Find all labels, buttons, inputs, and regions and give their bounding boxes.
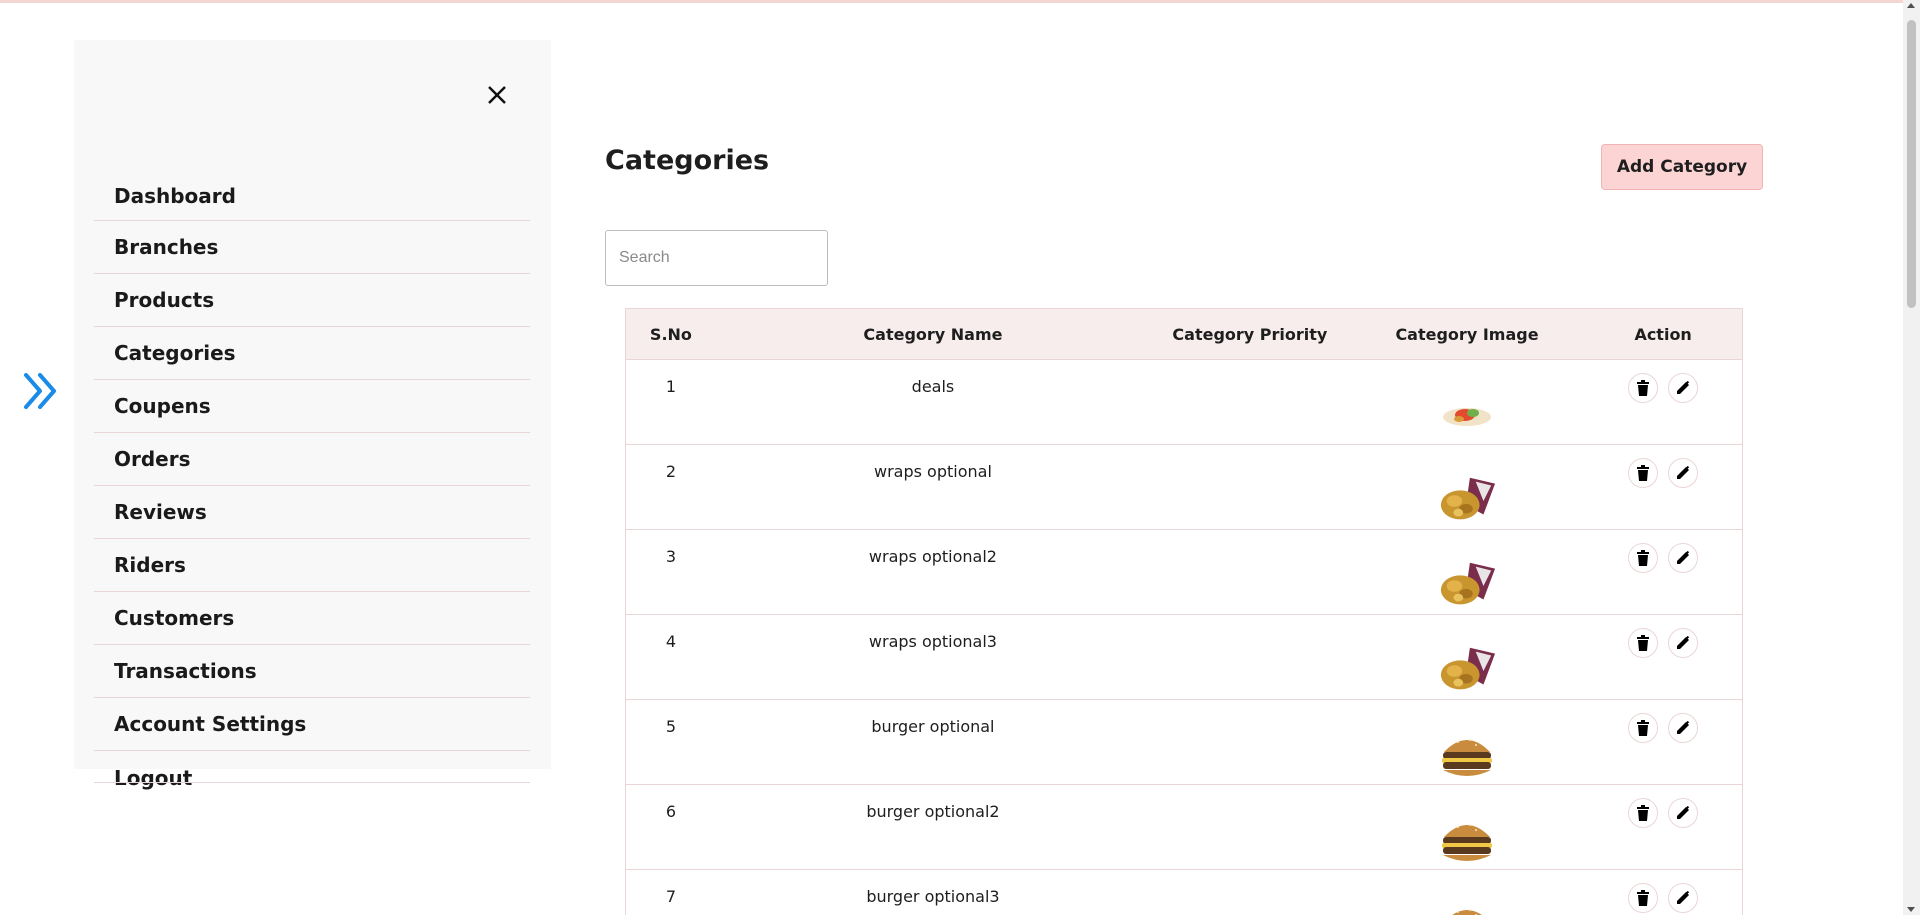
cell-category-image (1350, 530, 1585, 614)
cell-category-priority (1150, 870, 1350, 915)
header-sno: S.No (649, 324, 692, 344)
cell-category-image (1350, 445, 1585, 529)
pencil-icon[interactable] (1668, 373, 1699, 403)
pencil-icon[interactable] (1668, 798, 1699, 828)
category-image (1437, 645, 1497, 697)
top-accent-line (0, 0, 1920, 3)
table-row: 6 burger optional2 (626, 785, 1742, 870)
cell-action (1584, 445, 1742, 529)
search-input[interactable] (605, 230, 828, 286)
cell-category-image (1350, 360, 1585, 444)
pencil-icon[interactable] (1668, 543, 1699, 573)
add-category-button[interactable]: Add Category (1601, 144, 1763, 190)
cell-category-image (1350, 615, 1585, 699)
table-row: 2 wraps optional (626, 445, 1742, 530)
page-title: Categories (605, 145, 770, 176)
header-category-priority: Category Priority (1172, 324, 1328, 344)
sidebar-item-logout[interactable]: Logout (94, 751, 530, 804)
header-action: Action (1634, 324, 1692, 344)
cell-action (1584, 615, 1742, 699)
header-category-name: Category Name (863, 324, 1003, 344)
trash-icon[interactable] (1628, 883, 1659, 913)
trash-icon[interactable] (1628, 798, 1659, 828)
cell-action (1584, 360, 1742, 444)
category-image (1437, 730, 1497, 782)
cell-category-image (1350, 785, 1585, 869)
cell-sno: 7 (665, 887, 677, 906)
pencil-icon[interactable] (1668, 883, 1699, 913)
sidebar-item-transactions[interactable]: Transactions (94, 645, 530, 698)
cell-category-priority (1150, 530, 1350, 614)
cell-sno: 2 (665, 462, 677, 481)
trash-icon[interactable] (1628, 373, 1659, 403)
cell-category-priority (1150, 615, 1350, 699)
scrollbar-thumb[interactable] (1907, 20, 1916, 308)
sidebar-item-coupens[interactable]: Coupens (94, 380, 530, 433)
cell-category-priority (1150, 700, 1350, 784)
cell-action (1584, 870, 1742, 915)
cell-category-priority (1150, 445, 1350, 529)
category-image (1437, 560, 1497, 612)
sidebar-item-customers[interactable]: Customers (94, 592, 530, 645)
scroll-up-icon[interactable] (1907, 3, 1915, 8)
double-chevron-right-icon[interactable] (22, 369, 62, 413)
divider (94, 782, 530, 783)
sidebar-item-products[interactable]: Products (94, 274, 530, 327)
trash-icon[interactable] (1628, 628, 1659, 658)
pencil-icon[interactable] (1668, 628, 1699, 658)
category-image (1437, 900, 1497, 915)
cell-sno: 6 (665, 802, 677, 821)
pencil-icon[interactable] (1668, 458, 1699, 488)
sidebar: Dashboard Branches Products Categories C… (74, 40, 551, 790)
table-row: 5 burger optional (626, 700, 1742, 785)
cell-action (1584, 785, 1742, 869)
table-row: 4 wraps optional3 (626, 615, 1742, 700)
cell-category-name: burger optional3 (866, 887, 1000, 906)
sidebar-item-branches[interactable]: Branches (94, 221, 530, 274)
sidebar-item-riders[interactable]: Riders (94, 539, 530, 592)
cell-category-name: wraps optional2 (868, 547, 997, 566)
sidebar-item-account-settings[interactable]: Account Settings (94, 698, 530, 751)
trash-icon[interactable] (1628, 713, 1659, 743)
pencil-icon[interactable] (1668, 713, 1699, 743)
category-image (1437, 390, 1497, 442)
table-body: 1 deals 2 wraps optional 3 wraps optional2 4 wr… (626, 360, 1742, 915)
cell-category-name: wraps optional3 (868, 632, 997, 651)
scroll-down-icon[interactable] (1907, 907, 1915, 912)
sidebar-item-categories[interactable]: Categories (94, 327, 530, 380)
cell-action (1584, 530, 1742, 614)
cell-category-name: wraps optional (874, 462, 992, 481)
cell-sno: 1 (665, 377, 677, 396)
sidebar-item-orders[interactable]: Orders (94, 433, 530, 486)
table-row: 7 burger optional3 (626, 870, 1742, 915)
cell-category-priority (1150, 785, 1350, 869)
table-row: 3 wraps optional2 (626, 530, 1742, 615)
cell-category-name: burger optional (871, 717, 995, 736)
trash-icon[interactable] (1628, 458, 1659, 488)
category-image (1437, 815, 1497, 867)
cell-action (1584, 700, 1742, 784)
cell-sno: 3 (665, 547, 677, 566)
categories-table: S.No Category Name Category Priority Cat… (625, 308, 1743, 915)
trash-icon[interactable] (1628, 543, 1659, 573)
cell-category-image (1350, 700, 1585, 784)
cell-sno: 4 (665, 632, 677, 651)
close-icon[interactable] (477, 75, 517, 115)
cell-sno: 5 (665, 717, 677, 736)
sidebar-nav: Dashboard Branches Products Categories C… (94, 171, 530, 804)
table-row: 1 deals (626, 360, 1742, 445)
scrollbar[interactable] (1903, 0, 1920, 915)
cell-category-priority (1150, 360, 1350, 444)
cell-category-image (1350, 870, 1585, 915)
header-category-image: Category Image (1395, 324, 1539, 344)
table-header: S.No Category Name Category Priority Cat… (626, 309, 1742, 360)
category-image (1437, 475, 1497, 527)
cell-category-name: burger optional2 (866, 802, 1000, 821)
sidebar-item-dashboard[interactable]: Dashboard (94, 171, 530, 221)
sidebar-item-reviews[interactable]: Reviews (94, 486, 530, 539)
cell-category-name: deals (911, 377, 955, 396)
